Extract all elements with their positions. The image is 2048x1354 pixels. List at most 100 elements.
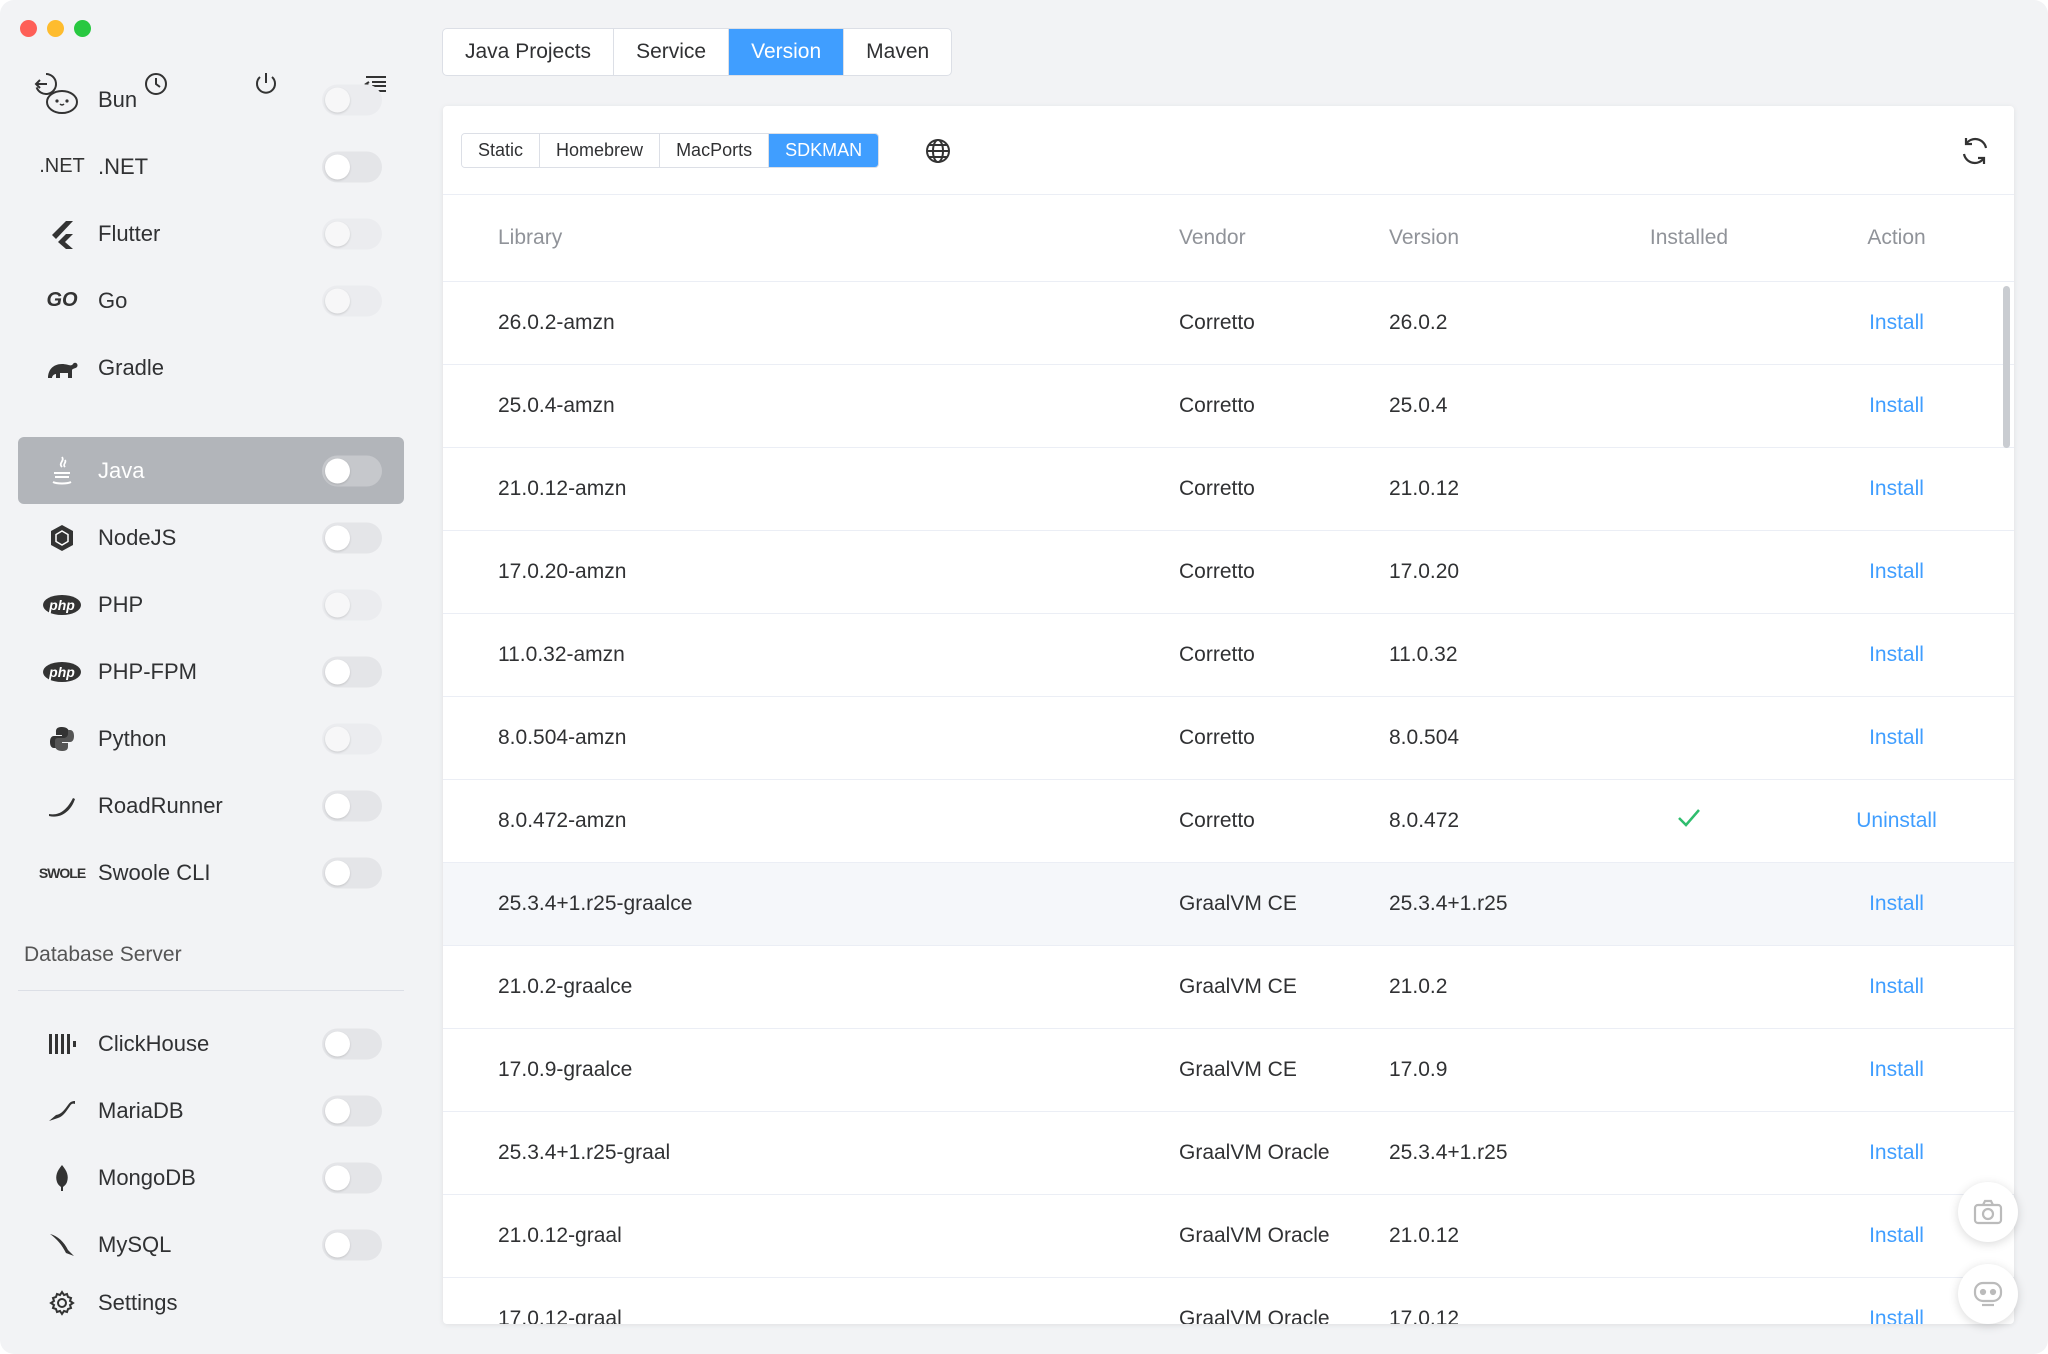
tab-maven[interactable]: Maven (844, 29, 951, 75)
header-action: Action (1867, 226, 1926, 249)
library-cell: 11.0.32-amzn (498, 643, 625, 666)
sidebar-item-nodejs[interactable]: NodeJS (18, 504, 404, 571)
tab-version[interactable]: Version (729, 29, 845, 75)
install-button[interactable]: Install (1869, 726, 1924, 750)
table-row: 21.0.12-amzn Corretto 21.0.12 Install (443, 448, 2014, 531)
table-row: 21.0.2-graalce GraalVM CE 21.0.2 Install (443, 946, 2014, 1029)
table-row: 25.3.4+1.r25-graal GraalVM Oracle 25.3.4+1… (443, 1112, 2014, 1195)
header-library: Library (498, 226, 563, 249)
sidebar-item-settings[interactable]: Settings (18, 1275, 404, 1331)
table-row: 26.0.2-amzn Corretto 26.0.2 Install (443, 282, 2014, 365)
sidebar-item-label: ClickHouse (98, 1030, 210, 1056)
camera-fab[interactable] (1958, 1182, 2018, 1242)
sidebar-item-flutter[interactable]: Flutter (18, 200, 404, 267)
sidebar-item-php[interactable]: php PHP (18, 571, 404, 638)
go-icon: GO (46, 289, 78, 311)
version-cell: 17.0.12 (1389, 1307, 1460, 1324)
python-toggle[interactable] (322, 723, 382, 754)
clickhouse-toggle[interactable] (322, 1028, 382, 1059)
table-scrollbar[interactable] (2003, 286, 2010, 448)
sidebar-item-label: Go (98, 287, 128, 313)
gear-icon (36, 1285, 88, 1321)
install-button[interactable]: Install (1869, 1141, 1924, 1165)
version-cell: 17.0.20 (1389, 560, 1460, 583)
install-button[interactable]: Install (1869, 394, 1924, 418)
settings-label: Settings (98, 1290, 178, 1315)
mongodb-toggle[interactable] (322, 1162, 382, 1193)
library-cell: 25.3.4+1.r25-graal (498, 1141, 671, 1164)
main-tabs: Java Projects Service Version Maven (442, 28, 953, 76)
source-tabs: Static Homebrew MacPorts SDKMAN (461, 133, 880, 168)
sidebar-item-clickhouse[interactable]: ClickHouse (18, 1010, 404, 1077)
close-window-button[interactable] (20, 20, 37, 37)
subtab-homebrew[interactable]: Homebrew (540, 134, 661, 167)
subtab-static[interactable]: Static (462, 134, 541, 167)
table-row: 11.0.32-amzn Corretto 11.0.32 Install (443, 614, 2014, 697)
install-button[interactable]: Install (1869, 1307, 1924, 1324)
flutter-toggle[interactable] (322, 218, 382, 249)
php-fpm-toggle[interactable] (322, 656, 382, 687)
php-toggle[interactable] (322, 589, 382, 620)
minimize-window-button[interactable] (47, 20, 64, 37)
version-cell: 8.0.504 (1389, 726, 1460, 749)
install-button[interactable]: Install (1869, 560, 1924, 584)
install-button[interactable]: Install (1869, 477, 1924, 501)
sidebar-item-swoole-cli[interactable]: SWOLE Swoole CLI (18, 839, 404, 906)
sidebar-item-python[interactable]: Python (18, 705, 404, 772)
library-cell: 25.3.4+1.r25-graalce (498, 892, 693, 915)
sidebar-item-label: Gradle (98, 354, 165, 380)
globe-icon[interactable] (921, 134, 955, 168)
action-cell: Install (1779, 477, 2014, 501)
table-body: 26.0.2-amzn Corretto 26.0.2 Install 25.0.4-a… (443, 282, 2014, 1324)
header-installed: Installed (1649, 226, 1729, 249)
uninstall-button[interactable]: Uninstall (1856, 809, 1937, 833)
mariadb-toggle[interactable] (322, 1095, 382, 1126)
install-button[interactable]: Install (1869, 1224, 1924, 1248)
sidebar-item-mysql[interactable]: MySQL (18, 1211, 404, 1278)
clickhouse-icon (36, 1026, 88, 1062)
nodejs-icon (36, 520, 88, 556)
sidebar-item-php-fpm[interactable]: php PHP-FPM (18, 638, 404, 705)
install-button[interactable]: Install (1869, 643, 1924, 667)
sidebar-item-go[interactable]: GO Go (18, 267, 404, 334)
bun-toggle[interactable] (322, 84, 382, 115)
tab-java-projects[interactable]: Java Projects (443, 29, 615, 75)
mysql-toggle[interactable] (322, 1229, 382, 1260)
mongodb-icon (36, 1160, 88, 1196)
vendor-cell: Corretto (1179, 394, 1255, 417)
install-button[interactable]: Install (1869, 311, 1924, 335)
robot-assistant-fab[interactable] (1958, 1264, 2018, 1324)
go-toggle[interactable] (322, 285, 382, 316)
install-button[interactable]: Install (1869, 975, 1924, 999)
swoole-cli-toggle[interactable] (322, 857, 382, 888)
sidebar-item-gradle[interactable]: Gradle (18, 334, 404, 401)
vendor-cell: GraalVM Oracle (1179, 1307, 1330, 1324)
subtab-macports[interactable]: MacPorts (660, 134, 770, 167)
version-cell: 8.0.472 (1389, 809, 1460, 832)
refresh-icon[interactable] (1956, 132, 1994, 170)
vendor-cell: Corretto (1179, 809, 1255, 832)
install-button[interactable]: Install (1869, 892, 1924, 916)
sidebar-item-bun[interactable]: Bun (18, 66, 404, 133)
sidebar-item-dotnet[interactable]: .NET .NET (18, 133, 404, 200)
tab-service[interactable]: Service (614, 29, 730, 75)
zoom-window-button[interactable] (74, 20, 91, 37)
sidebar-item-java[interactable]: Java (18, 437, 404, 504)
subtab-sdkman[interactable]: SDKMAN (769, 134, 879, 167)
roadrunner-toggle[interactable] (322, 790, 382, 821)
version-cell: 21.0.12 (1389, 477, 1460, 500)
sdk-version-table: Library Vendor Version Installed Action … (443, 194, 2014, 1324)
dotnet-toggle[interactable] (322, 151, 382, 182)
installed-cell (1599, 807, 1779, 835)
nodejs-toggle[interactable] (322, 522, 382, 553)
action-cell: Install (1779, 1058, 2014, 1082)
sidebar-item-roadrunner[interactable]: RoadRunner (18, 772, 404, 839)
sidebar-item-mongodb[interactable]: MongoDB (18, 1144, 404, 1211)
table-row: 8.0.472-amzn Corretto 8.0.472 Uninstall (443, 780, 2014, 863)
java-toggle[interactable] (322, 455, 382, 486)
roadrunner-icon (36, 788, 88, 824)
install-button[interactable]: Install (1869, 1058, 1924, 1082)
action-cell: Install (1779, 643, 2014, 667)
sidebar-item-mariadb[interactable]: MariaDB (18, 1077, 404, 1144)
sidebar-item-label: .NET (98, 153, 149, 179)
